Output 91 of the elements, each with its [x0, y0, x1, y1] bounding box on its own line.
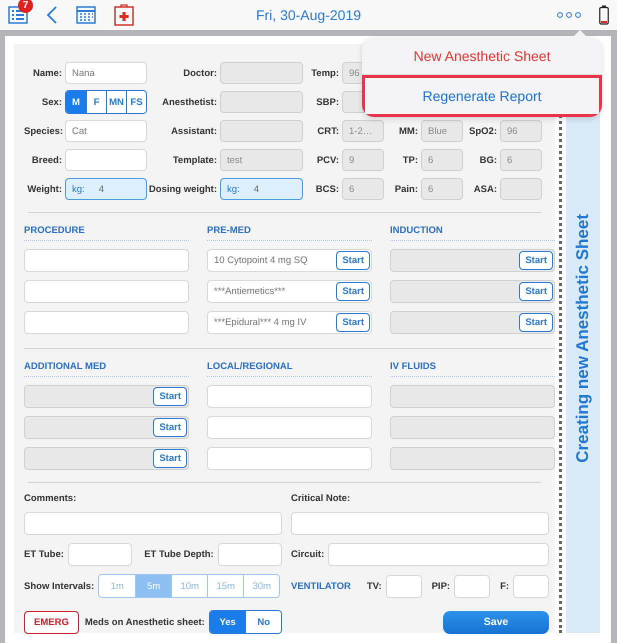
field-label: ASA: — [472, 184, 497, 194]
medication-field[interactable]: ***Epidural*** 4 mg IV Start — [207, 311, 372, 334]
text-field[interactable]: Nana — [65, 62, 147, 84]
medication-field[interactable]: ***Antiemetics*** Start — [207, 280, 372, 303]
field-label: Meds on Anesthetic sheet: — [84, 616, 205, 628]
text-field[interactable] — [454, 574, 490, 598]
sex-selector[interactable]: M F MN FS — [65, 90, 147, 114]
section-heading: IV FLUIDS — [390, 359, 555, 377]
start-button[interactable]: Start — [336, 282, 370, 301]
medication-field[interactable] — [207, 385, 372, 408]
field-label: F: — [500, 580, 510, 592]
field-label: Name: — [32, 68, 62, 78]
comments-field[interactable] — [24, 512, 282, 535]
toggle-option[interactable]: No — [245, 611, 281, 633]
text-field[interactable]: 9 — [342, 149, 384, 171]
weight-field[interactable]: kg: 4 — [65, 178, 147, 200]
field-label: Show Intervals: — [24, 580, 94, 592]
sex-option[interactable]: M — [66, 91, 86, 113]
medication-field[interactable] — [207, 416, 372, 439]
ventilator-heading: VENTILATOR — [291, 580, 351, 592]
text-field[interactable] — [68, 543, 132, 566]
text-field[interactable] — [218, 543, 282, 566]
medication-field[interactable] — [207, 447, 372, 470]
field-label: Doctor: — [182, 68, 217, 78]
text-field[interactable] — [386, 574, 422, 598]
field-label: Dosing weight: — [148, 184, 217, 194]
medication-field[interactable] — [24, 280, 189, 303]
save-button[interactable]: Save — [443, 610, 549, 634]
field-label: SpO2: — [468, 126, 497, 136]
section-heading: PROCEDURE — [24, 223, 189, 241]
text-field[interactable] — [328, 543, 549, 566]
sex-option[interactable]: FS — [126, 91, 146, 113]
medical-kit-icon[interactable] — [114, 4, 134, 26]
field-label: PIP: — [432, 580, 450, 592]
menu-item[interactable]: Regenerate Report — [362, 75, 602, 117]
field-label: BG: — [478, 154, 497, 166]
critical-note-field[interactable] — [291, 512, 549, 535]
meds-toggle[interactable]: Yes No — [208, 610, 282, 634]
field-label: TP: — [402, 154, 418, 166]
banner-text: Creating new Anesthetic Sheet — [573, 214, 593, 463]
section-heading: PRE-MED — [207, 223, 372, 241]
field-label: ET Tube Depth: — [144, 549, 214, 560]
start-button[interactable]: Start — [336, 313, 370, 332]
text-field[interactable]: 6 — [342, 178, 384, 200]
back-icon[interactable] — [46, 5, 58, 25]
date-title: Fri, 30-Aug-2019 — [256, 7, 362, 23]
field-label: PCV: — [316, 154, 339, 166]
field-label: SBP: — [315, 96, 339, 108]
medication-field[interactable]: 10 Cytopoint 4 mg SQ Start — [207, 249, 372, 272]
text-field[interactable]: 1-2… — [342, 120, 384, 142]
field-label: Pain: — [394, 184, 418, 194]
weight-field[interactable]: kg: 4 — [220, 178, 303, 200]
field-label: Species: — [24, 126, 62, 136]
toggle-option[interactable]: Yes — [210, 611, 246, 633]
text-field[interactable]: Blue — [421, 120, 463, 142]
field-label: Template: — [172, 154, 217, 166]
menu-item[interactable]: New Anesthetic Sheet — [362, 37, 602, 75]
field-label: Comments: — [24, 493, 78, 504]
text-field[interactable]: 6 — [421, 178, 463, 200]
field-label: Assistant: — [170, 126, 217, 136]
section-heading: ADDITIONAL MED — [24, 359, 189, 377]
field-label: CRT: — [316, 126, 339, 136]
text-field[interactable]: Cat — [65, 120, 147, 142]
start-button[interactable]: Start — [336, 251, 370, 270]
text-field[interactable] — [513, 574, 550, 598]
text-field[interactable]: 6 — [421, 149, 463, 171]
field-label: Critical Note: — [291, 493, 352, 504]
emergency-button[interactable]: EMERG — [24, 610, 79, 634]
text-field[interactable] — [65, 149, 147, 171]
section-heading: LOCAL/REGIONAL — [207, 359, 372, 377]
field-label: Sex: — [40, 96, 62, 108]
field-label: MM: — [398, 126, 418, 136]
section-heading: INDUCTION — [390, 223, 555, 241]
field-label: Temp: — [310, 68, 339, 78]
field-label: Breed: — [30, 154, 62, 166]
text-field[interactable]: 96 — [500, 120, 542, 142]
field-label: TV: — [366, 580, 382, 592]
notification-badge: 7 — [18, 0, 33, 13]
field-label: BCS: — [314, 184, 339, 194]
text-field[interactable] — [500, 178, 542, 200]
medication-field[interactable] — [24, 249, 189, 272]
field-label: Weight: — [26, 184, 62, 194]
calendar-icon[interactable] — [76, 5, 96, 25]
field-label: Anesthetist: — [161, 96, 217, 108]
sex-option[interactable]: MN — [106, 91, 126, 113]
field-label: ET Tube: — [24, 549, 64, 560]
field-label: Circuit: — [291, 549, 324, 560]
more-icon[interactable] — [557, 11, 581, 19]
text-field[interactable]: 6 — [500, 149, 542, 171]
battery-icon — [599, 5, 609, 25]
medication-field[interactable] — [24, 311, 189, 334]
